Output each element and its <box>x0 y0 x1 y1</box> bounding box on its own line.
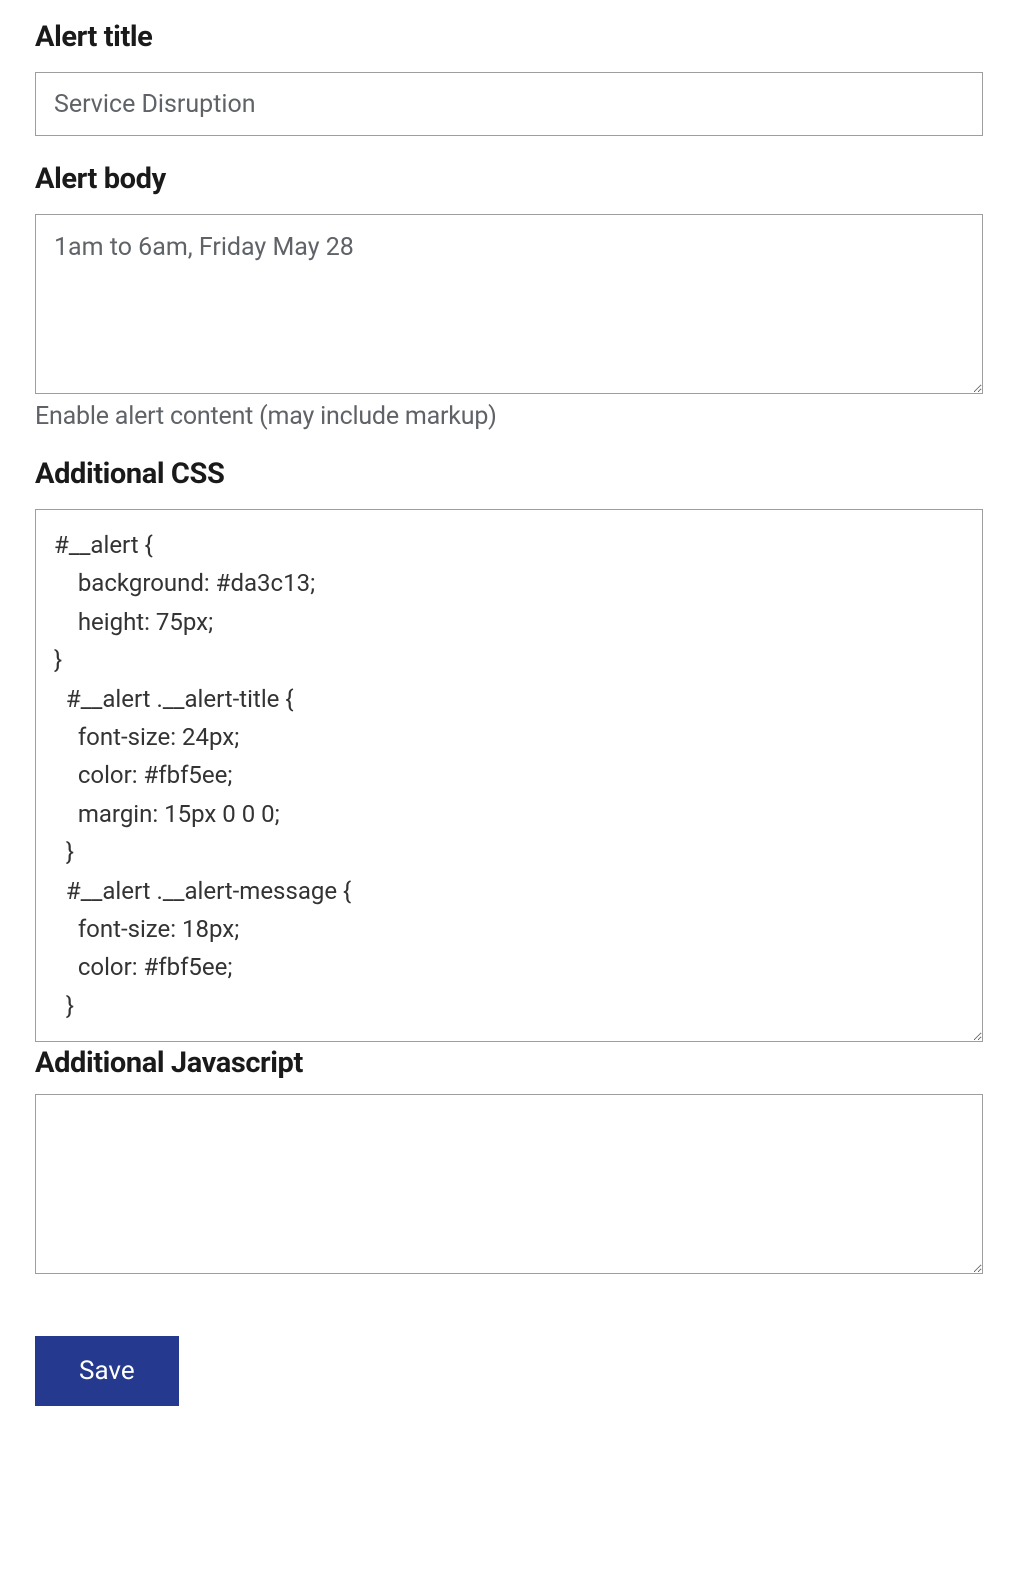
alert-title-input[interactable] <box>35 72 983 136</box>
alert-title-label: Alert title <box>35 20 983 54</box>
alert-title-group: Alert title <box>35 20 983 136</box>
additional-js-label: Additional Javascript <box>35 1046 983 1080</box>
additional-css-textarea[interactable]: #__alert { background: #da3c13; height: … <box>35 509 983 1042</box>
alert-body-textarea[interactable]: 1am to 6am, Friday May 28 <box>35 214 983 394</box>
save-button[interactable]: Save <box>35 1336 179 1406</box>
alert-body-help-text: Enable alert content (may include markup… <box>35 402 983 431</box>
additional-css-group: Additional CSS #__alert { background: #d… <box>35 457 983 1046</box>
alert-body-label: Alert body <box>35 162 983 196</box>
alert-body-group: Alert body 1am to 6am, Friday May 28 Ena… <box>35 162 983 431</box>
additional-js-textarea[interactable] <box>35 1094 983 1274</box>
additional-css-label: Additional CSS <box>35 457 983 491</box>
additional-js-group: Additional Javascript <box>35 1046 983 1278</box>
